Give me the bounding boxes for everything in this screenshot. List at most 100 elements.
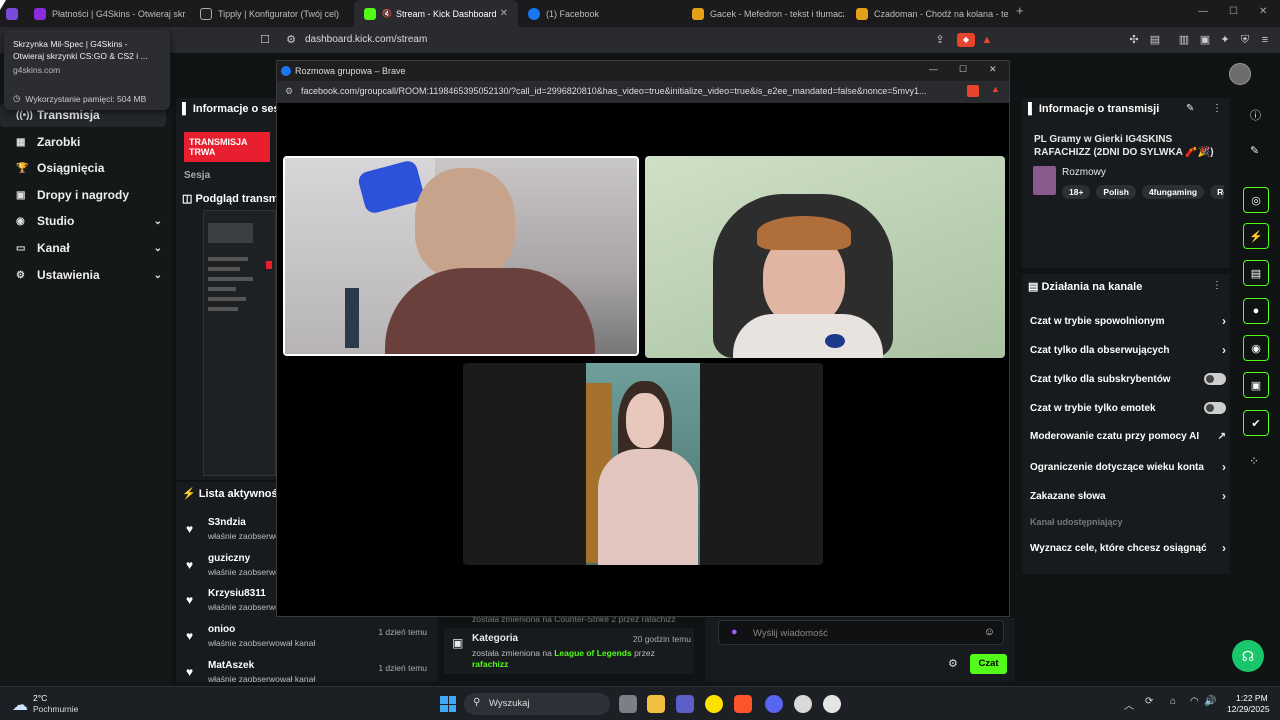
tray-app-icon[interactable]: ⟳ <box>1145 696 1153 707</box>
activity-user[interactable]: S3ndzia <box>208 517 246 528</box>
rail-camera-icon[interactable]: ◎ <box>1243 187 1269 213</box>
new-tab-icon[interactable]: + <box>1016 3 1024 18</box>
share-icon[interactable]: ⇪ <box>933 33 947 47</box>
obs-icon[interactable] <box>794 695 812 713</box>
chat-input-box[interactable]: ● Wyślij wiadomość ☺ <box>718 620 1004 645</box>
tag-pill[interactable]: 18+ <box>1062 185 1091 199</box>
action-slow-mode[interactable]: Czat w trybie spowolnionym › <box>1030 314 1226 328</box>
emote-only-toggle[interactable] <box>1204 402 1226 414</box>
extensions-icon[interactable]: ✣ <box>1127 33 1141 47</box>
wifi-icon[interactable]: ◠ <box>1190 696 1199 707</box>
minimize-icon[interactable]: — <box>929 64 938 74</box>
close-window-icon[interactable]: ✕ <box>989 64 997 75</box>
brave-rewards-icon[interactable]: ▲ <box>991 84 1000 94</box>
maximize-icon[interactable]: ☐ <box>959 64 967 75</box>
action-banned-words[interactable]: Zakazane słowa › <box>1030 489 1226 503</box>
leo-icon[interactable]: ✦ <box>1218 33 1232 47</box>
category-user-link[interactable]: rafachizz <box>472 659 508 669</box>
rail-wrench-icon[interactable]: ✔ <box>1243 410 1269 436</box>
sidebar-item-ustawienia[interactable]: ⚙ Ustawienia ⌄ <box>16 266 162 284</box>
rail-apps-icon[interactable]: ⁘ <box>1249 454 1259 468</box>
weather-temp[interactable]: 2°C <box>33 693 47 703</box>
video-tile-participant-3[interactable] <box>463 363 823 565</box>
sidebar-toggle-icon[interactable]: ▥ <box>1177 33 1191 47</box>
activity-user[interactable]: Krzysiu8311 <box>208 588 266 599</box>
action-set-goals[interactable]: Wyznacz cele, które chcesz osiągnąć › <box>1030 541 1226 555</box>
sidebar-item-studio[interactable]: ◉ Studio ⌄ <box>16 212 162 230</box>
activity-user[interactable]: onioo <box>208 624 235 635</box>
connection-icon[interactable]: ⚙ <box>285 86 293 97</box>
teams-icon[interactable] <box>676 695 694 713</box>
tab-gacek[interactable]: Gacek - Mefedron - tekst i tłumaczen <box>682 0 844 27</box>
maximize-icon[interactable]: ☐ <box>1229 6 1238 17</box>
tag-pill[interactable]: 4fungaming <box>1141 185 1205 199</box>
support-chat-button[interactable]: ☊ <box>1232 640 1264 672</box>
discord-icon[interactable] <box>765 695 783 713</box>
windows-start-icon[interactable] <box>440 696 456 712</box>
fb-url[interactable]: facebook.com/groupcall/ROOM:119846539505… <box>301 86 951 96</box>
activity-user[interactable]: MatAszek <box>208 660 254 671</box>
rail-broadcast-icon[interactable]: ◉ <box>1243 335 1269 361</box>
pencil-icon[interactable]: ✎ <box>1250 144 1259 157</box>
tab-search-icon[interactable]: ▤ <box>1148 33 1162 47</box>
sidebar-item-zarobki[interactable]: ▦ Zarobki <box>16 133 162 151</box>
tab-g4skins-payments[interactable]: Płatności | G4Skins - Otwieraj skrzyn <box>24 0 186 27</box>
site-info-icon[interactable]: ⚙ <box>284 33 298 47</box>
tab-facebook[interactable]: (1) Facebook <box>518 0 680 27</box>
action-ai-moderation[interactable]: Moderowanie czatu przy pomocy AI ↗ <box>1030 431 1226 442</box>
wallet-icon[interactable]: ▣ <box>1198 33 1212 47</box>
chat-send-button[interactable]: Czat <box>970 654 1007 674</box>
emote-icon[interactable]: ☺ <box>984 626 995 638</box>
sidebar-item-osiagniecia[interactable]: 🏆 Osiągnięcia <box>16 159 162 177</box>
activity-user[interactable]: guziczny <box>208 553 250 564</box>
info-circle-icon[interactable]: ⓘ <box>1250 107 1261 123</box>
edit-icon[interactable]: ✎ <box>1186 103 1194 114</box>
snapchat-icon[interactable] <box>705 695 723 713</box>
sidebar-item-kanal[interactable]: ▭ Kanał ⌄ <box>16 239 162 257</box>
minimize-icon[interactable]: — <box>1198 6 1208 17</box>
vpn-icon[interactable]: ⛨ <box>1238 33 1252 47</box>
rail-document-icon[interactable]: ▤ <box>1243 260 1269 286</box>
close-tab-icon[interactable]: ✕ <box>500 8 508 19</box>
action-account-age[interactable]: Ograniczenie dotyczące wieku konta › <box>1030 460 1226 474</box>
rail-media-icon[interactable]: ▣ <box>1243 372 1269 398</box>
steam-icon[interactable] <box>823 695 841 713</box>
more-options-icon[interactable]: ⋮ <box>1212 280 1222 291</box>
file-explorer-icon[interactable] <box>647 695 665 713</box>
microphone-icon[interactable]: ● <box>731 626 738 638</box>
taskbar-search[interactable]: ⚲ Wyszukaj <box>464 693 610 715</box>
browser-menu-icon[interactable]: ≡ <box>1258 33 1272 47</box>
close-window-icon[interactable]: ✕ <box>1259 6 1267 17</box>
tag-pill[interactable]: Polish <box>1096 185 1136 199</box>
brave-shields-icon[interactable] <box>967 85 979 97</box>
tray-overflow-icon[interactable]: ︿ <box>1124 697 1134 712</box>
address-bar[interactable]: dashboard.kick.com/stream <box>305 34 427 45</box>
weather-desc[interactable]: Pochmurnie <box>33 704 78 714</box>
action-followers-only[interactable]: Czat tylko dla obserwujących › <box>1030 343 1226 357</box>
volume-icon[interactable]: 🔊 <box>1204 696 1216 707</box>
tray-app-icon[interactable]: ⌂ <box>1170 696 1176 707</box>
bookmark-icon[interactable]: ☐ <box>258 33 272 47</box>
clock-time[interactable]: 1:22 PM <box>1236 693 1268 703</box>
brave-shields-icon[interactable]: ◆ <box>957 33 975 47</box>
tab-tipply[interactable]: Tipply | Konfigurator (Twój cel) <box>190 0 352 27</box>
task-view-icon[interactable] <box>619 695 637 713</box>
tab-kick-dashboard[interactable]: 🔇 Stream - Kick Dashboard ✕ <box>354 0 518 27</box>
brave-icon[interactable] <box>734 695 752 713</box>
more-options-icon[interactable]: ⋮ <box>1212 103 1222 114</box>
brave-rewards-icon[interactable]: ▲ <box>980 33 994 47</box>
video-tile-participant-2[interactable] <box>645 156 1005 358</box>
category-game-link[interactable]: League of Legends <box>554 648 631 658</box>
video-tile-participant-1[interactable] <box>283 156 639 356</box>
rail-lightning-icon[interactable]: ⚡ <box>1243 223 1269 249</box>
user-avatar[interactable] <box>1229 63 1251 85</box>
sidebar-item-dropy[interactable]: ▣ Dropy i nagrody <box>16 186 162 204</box>
tab-czadoman[interactable]: Czadoman - Chodź na kolana - tekst <box>846 0 1008 27</box>
tag-pill[interactable]: Rolepl <box>1210 185 1224 199</box>
chat-settings-icon[interactable]: ⚙ <box>948 657 958 670</box>
subscribers-only-toggle[interactable] <box>1204 373 1226 385</box>
stream-preview[interactable] <box>203 210 276 476</box>
stream-category[interactable]: Rozmowy <box>1062 167 1106 178</box>
rail-chat-icon[interactable]: ● <box>1243 298 1269 324</box>
clock-date[interactable]: 12/29/2025 <box>1227 704 1270 714</box>
